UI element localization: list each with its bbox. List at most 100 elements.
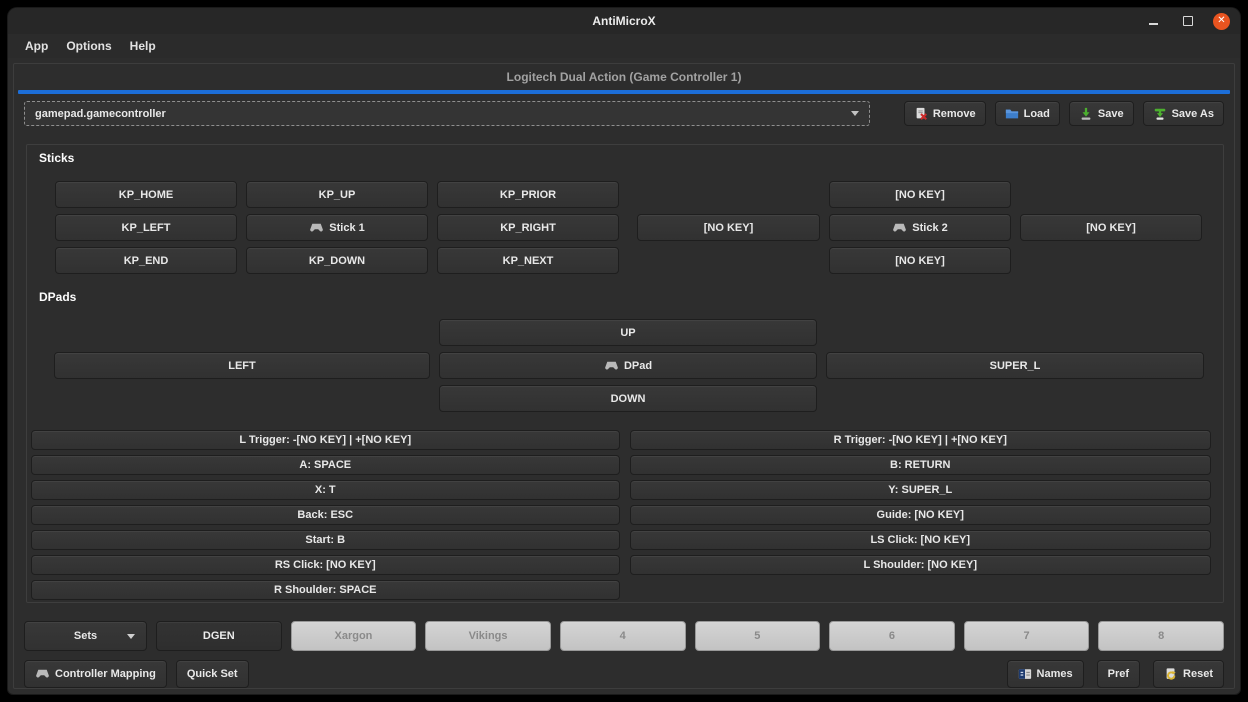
stick1-button-label: Stick 1 <box>329 222 364 234</box>
y-button[interactable]: Y: SUPER_L <box>630 480 1212 500</box>
sets-selector-label: Sets <box>74 630 97 642</box>
gamepad-icon <box>35 669 50 679</box>
title-bar: AntiMicroX ✕ <box>8 8 1240 34</box>
sticks-heading: Sticks <box>39 151 1223 165</box>
stick1-button[interactable]: Stick 1 <box>246 214 428 241</box>
set-tab-dgen[interactable]: DGEN <box>156 621 282 651</box>
assignments-left-column: L Trigger: -[NO KEY] | +[NO KEY] A: SPAC… <box>31 430 620 600</box>
a-button[interactable]: A: SPACE <box>31 455 620 475</box>
stick1-left-button[interactable]: KP_LEFT <box>55 214 237 241</box>
x-button[interactable]: X: T <box>31 480 620 500</box>
reset-icon <box>1164 667 1178 681</box>
footer-bar: Controller Mapping Quick Set Names Pref … <box>24 661 1224 687</box>
save-as-button[interactable]: Save As <box>1143 101 1224 126</box>
quick-set-button[interactable]: Quick Set <box>176 660 249 688</box>
stick1-downright-button[interactable]: KP_NEXT <box>437 247 619 274</box>
save-button[interactable]: Save <box>1069 101 1134 126</box>
stick2-button-label: Stick 2 <box>912 222 947 234</box>
stick1-right-button[interactable]: KP_RIGHT <box>437 214 619 241</box>
r-trigger-button[interactable]: R Trigger: -[NO KEY] | +[NO KEY] <box>630 430 1212 450</box>
pref-button[interactable]: Pref <box>1097 660 1140 688</box>
load-button[interactable]: Load <box>995 101 1060 126</box>
remove-button-label: Remove <box>933 108 976 120</box>
sets-selector[interactable]: Sets <box>24 621 147 651</box>
names-icon <box>1018 668 1032 680</box>
dpad-button-label: DPad <box>624 360 652 372</box>
window-controls: ✕ <box>1145 8 1230 34</box>
gamepad-icon <box>604 361 619 371</box>
profile-combobox-value: gamepad.gamecontroller <box>35 108 166 120</box>
dpad-down-button[interactable]: DOWN <box>439 385 817 412</box>
names-button[interactable]: Names <box>1007 660 1084 688</box>
stick2-down-button[interactable]: [NO KEY] <box>829 247 1011 274</box>
footer-left-buttons: Controller Mapping Quick Set <box>24 660 249 688</box>
set-tab-6[interactable]: 6 <box>829 621 955 651</box>
set-tab-vikings[interactable]: Vikings <box>425 621 551 651</box>
controller-tab-label: Logitech Dual Action (Game Controller 1) <box>507 70 742 84</box>
stick2-up-button[interactable]: [NO KEY] <box>829 181 1011 208</box>
profile-row: gamepad.gamecontroller Remove Load <box>24 101 1224 126</box>
menu-item-help[interactable]: Help <box>121 36 165 56</box>
maximize-icon <box>1183 16 1193 26</box>
maximize-button[interactable] <box>1179 13 1196 30</box>
set-tab-xargon[interactable]: Xargon <box>291 621 417 651</box>
start-button[interactable]: Start: B <box>31 530 620 550</box>
profile-buttons: Remove Load Save <box>904 101 1224 126</box>
folder-open-icon <box>1005 107 1019 121</box>
stick1-down-button[interactable]: KP_DOWN <box>246 247 428 274</box>
set-tab-7[interactable]: 7 <box>964 621 1090 651</box>
reset-button-label: Reset <box>1183 668 1213 680</box>
controller-mapping-button[interactable]: Controller Mapping <box>24 660 167 688</box>
app-window: AntiMicroX ✕ App Options Help Logitech D… <box>8 8 1240 694</box>
mapping-frame: Sticks KP_HOME KP_UP KP_PRIOR KP_LEFT St… <box>26 144 1224 603</box>
ls-click-button[interactable]: LS Click: [NO KEY] <box>630 530 1212 550</box>
controller-tab-frame: Logitech Dual Action (Game Controller 1)… <box>13 63 1235 689</box>
menu-item-app[interactable]: App <box>16 36 57 56</box>
dpads-heading: DPads <box>39 290 1223 304</box>
assignments-right-column: R Trigger: -[NO KEY] | +[NO KEY] B: RETU… <box>630 430 1212 600</box>
set-tab-8[interactable]: 8 <box>1098 621 1224 651</box>
stick1-up-button[interactable]: KP_UP <box>246 181 428 208</box>
sets-row: Sets DGEN Xargon Vikings 4 5 6 7 8 <box>24 622 1224 650</box>
dpad-left-button[interactable]: LEFT <box>54 352 430 379</box>
profile-combobox[interactable]: gamepad.gamecontroller <box>24 101 870 126</box>
close-icon: ✕ <box>1217 16 1225 26</box>
save-as-icon <box>1153 107 1167 121</box>
minimize-icon <box>1149 23 1158 25</box>
l-trigger-button[interactable]: L Trigger: -[NO KEY] | +[NO KEY] <box>31 430 620 450</box>
reset-button[interactable]: Reset <box>1153 660 1224 688</box>
gamepad-icon <box>892 223 907 233</box>
stick1-upleft-button[interactable]: KP_HOME <box>55 181 237 208</box>
stick1-grid: KP_HOME KP_UP KP_PRIOR KP_LEFT Stick 1 K… <box>55 181 619 272</box>
guide-button[interactable]: Guide: [NO KEY] <box>630 505 1212 525</box>
tab-controller[interactable]: Logitech Dual Action (Game Controller 1) <box>14 64 1234 90</box>
save-as-button-label: Save As <box>1172 108 1214 120</box>
footer-right-buttons: Names Pref Reset <box>1007 660 1224 688</box>
stick2-grid: [NO KEY] [NO KEY] Stick 2 [NO KEY] [NO K… <box>637 181 1202 272</box>
l-shoulder-button[interactable]: L Shoulder: [NO KEY] <box>630 555 1212 575</box>
r-shoulder-button[interactable]: R Shoulder: SPACE <box>31 580 620 600</box>
stick1-upright-button[interactable]: KP_PRIOR <box>437 181 619 208</box>
dpad-button[interactable]: DPad <box>439 352 817 379</box>
remove-button[interactable]: Remove <box>904 101 986 126</box>
dpad-right-button[interactable]: SUPER_L <box>826 352 1204 379</box>
names-button-label: Names <box>1037 668 1073 680</box>
chevron-down-icon <box>851 111 859 116</box>
stick2-button[interactable]: Stick 2 <box>829 214 1011 241</box>
set-tab-4[interactable]: 4 <box>560 621 686 651</box>
minimize-button[interactable] <box>1145 13 1162 30</box>
set-tab-5[interactable]: 5 <box>695 621 821 651</box>
menu-item-options[interactable]: Options <box>57 36 120 56</box>
menu-bar: App Options Help <box>8 34 1240 58</box>
stick2-right-button[interactable]: [NO KEY] <box>1020 214 1202 241</box>
controller-mapping-label: Controller Mapping <box>55 668 156 680</box>
back-button[interactable]: Back: ESC <box>31 505 620 525</box>
rs-click-button[interactable]: RS Click: [NO KEY] <box>31 555 620 575</box>
dpad-up-button[interactable]: UP <box>439 319 817 346</box>
b-button[interactable]: B: RETURN <box>630 455 1212 475</box>
close-button[interactable]: ✕ <box>1213 13 1230 30</box>
stick2-left-button[interactable]: [NO KEY] <box>637 214 820 241</box>
load-button-label: Load <box>1024 108 1050 120</box>
window-title: AntiMicroX <box>592 14 655 28</box>
stick1-downleft-button[interactable]: KP_END <box>55 247 237 274</box>
